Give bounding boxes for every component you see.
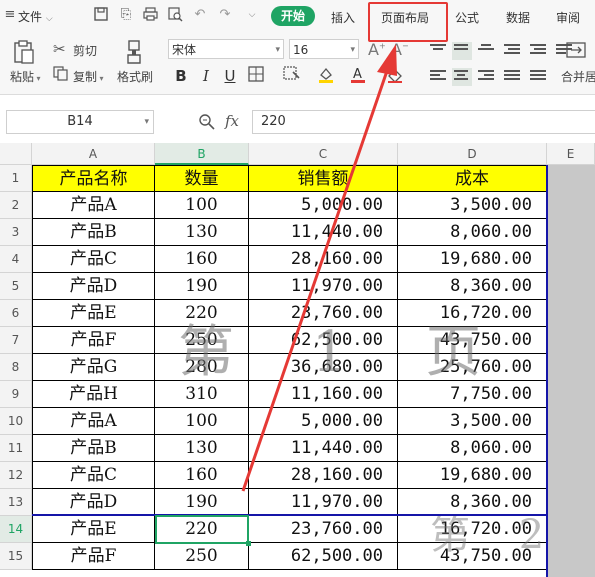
annotation-arrow bbox=[241, 44, 397, 492]
